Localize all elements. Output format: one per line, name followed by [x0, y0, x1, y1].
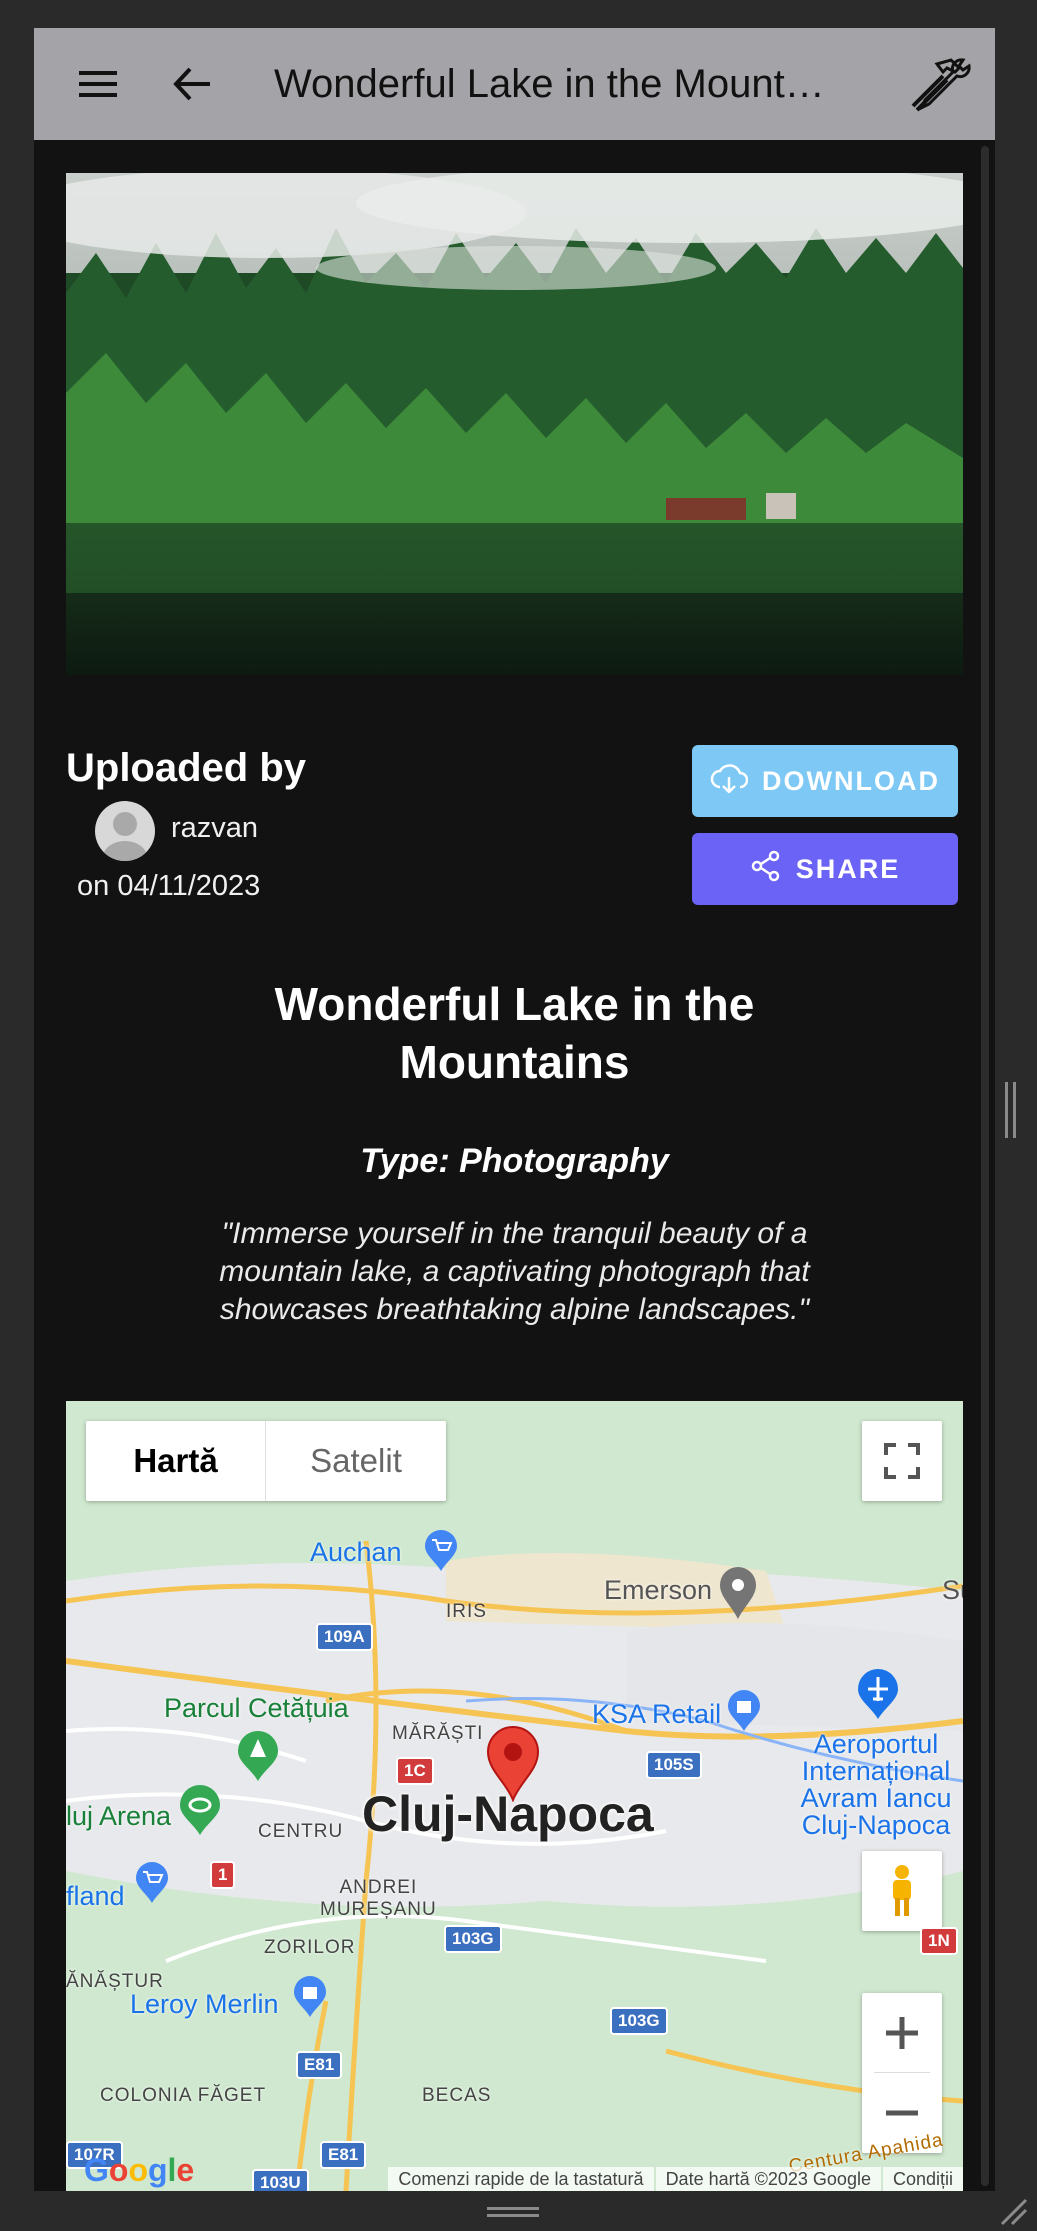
hammer-wrench-icon[interactable]: [904, 56, 976, 112]
app-bar: Wonderful Lake in the Mount…: [34, 28, 995, 140]
fullscreen-icon[interactable]: [862, 1421, 942, 1501]
map-footer: Comenzi rapide de la tastatură Date hart…: [66, 2167, 963, 2191]
map-shortcuts-link[interactable]: Comenzi rapide de la tastatură: [388, 2167, 654, 2191]
map-label-faget: COLONIA FĂGET: [100, 2085, 267, 2106]
artwork-title-text: Wonderful Lake in the Mountains: [274, 978, 755, 1088]
uploaded-by-heading: Uploaded by: [66, 746, 307, 790]
map-label-emerson: Emerson: [604, 1575, 713, 1605]
zoom-in-icon[interactable]: [862, 1993, 942, 2073]
map-label-iris: IRIS: [446, 1601, 487, 1622]
bottom-resize-handle[interactable]: [487, 2205, 539, 2217]
menu-icon[interactable]: [71, 56, 127, 112]
share-icon: [750, 850, 782, 889]
road-shield-1n: 1N: [920, 1927, 958, 1955]
download-label: DOWNLOAD: [762, 765, 940, 796]
download-button[interactable]: DOWNLOAD: [692, 745, 958, 817]
map-label-parc: Parcul Cetățuia: [164, 1693, 349, 1723]
road-shield-e81-2: E81: [320, 2141, 367, 2169]
map-label-andrei: ANDREI MUREȘANU: [320, 1877, 437, 1920]
zoom-divider: [874, 2072, 930, 2073]
artwork-description: "Immerse yourself in the tranquil beauty…: [219, 1217, 810, 1326]
map-label-arena: luj Arena: [66, 1801, 172, 1831]
app-frame: Wonderful Lake in the Mount… Uploaded by…: [34, 28, 995, 2191]
shopping-cart-icon-2[interactable]: [134, 1861, 170, 1910]
map-marker-gray-icon[interactable]: [718, 1565, 758, 1626]
shopping-cart-icon[interactable]: [423, 1529, 459, 1578]
map-city-label: Cluj-Napoca: [362, 1786, 654, 1842]
map-label-centru: CENTRU: [258, 1821, 344, 1842]
map-label-leroy: Leroy Merlin: [130, 1989, 279, 2019]
road-shield-105s: 105S: [646, 1751, 702, 1779]
corner-resize-handle[interactable]: [998, 2196, 1028, 2226]
map-label-becas: BECAS: [422, 2085, 492, 2106]
road-shield-103g: 103G: [444, 1925, 502, 1953]
google-logo[interactable]: Google: [84, 2152, 194, 2189]
cloud-download-icon: [710, 763, 749, 800]
zoom-controls: [862, 1993, 942, 2153]
map-type-switch: Hartă Satelit: [86, 1421, 446, 1501]
avatar[interactable]: [95, 801, 155, 861]
map-type-map[interactable]: Hartă: [86, 1421, 266, 1501]
map-label-manastur: ĂNĂȘTUR: [66, 1971, 164, 1992]
street-view-pegman-icon[interactable]: [862, 1851, 942, 1931]
airport-icon[interactable]: [856, 1669, 900, 1726]
map-label-zorilor: ZORILOR: [264, 1937, 356, 1958]
shopping-bag-icon[interactable]: [726, 1689, 762, 1738]
uploader-name[interactable]: razvan: [171, 812, 258, 845]
page-title: Wonderful Lake in the Mount…: [274, 62, 825, 106]
arrow-left-icon[interactable]: [164, 56, 220, 112]
map-data-credit: Date hartă ©2023 Google: [655, 2167, 881, 2191]
artwork-title: Wonderful Lake in the Mountains: [34, 975, 995, 1091]
hero-image: [66, 173, 963, 675]
side-resize-handle[interactable]: [1004, 1082, 1018, 1138]
upload-date: on 04/11/2023: [77, 870, 261, 902]
artwork-type: Type: Photography: [360, 1142, 669, 1180]
park-tree-icon[interactable]: [236, 1731, 280, 1788]
map-type-satellite[interactable]: Satelit: [266, 1421, 446, 1501]
stadium-icon[interactable]: [178, 1785, 222, 1842]
map-label-ksa: KSA Retail: [592, 1699, 722, 1729]
map-label-airport: Aeroportul Internațional Avram Iancu Clu…: [800, 1729, 952, 1840]
map-label-auchan: Auchan: [310, 1537, 402, 1567]
map-label-su: Su: [942, 1575, 963, 1605]
road-shield-109a: 109A: [316, 1623, 373, 1651]
road-shield-103g-2: 103G: [610, 2007, 668, 2035]
share-label: SHARE: [795, 853, 901, 884]
location-map[interactable]: Hartă Satelit Cluj-Napoca Auchan Emerson…: [66, 1401, 963, 2191]
road-shield-1: 1: [210, 1861, 236, 1889]
road-shield-1c: 1C: [396, 1757, 434, 1785]
share-button[interactable]: SHARE: [692, 833, 958, 905]
map-label-fland: fland: [66, 1881, 125, 1911]
road-shield-e81: E81: [296, 2051, 343, 2079]
map-terms-link[interactable]: Condiții: [882, 2167, 963, 2191]
shopping-bag-icon-2[interactable]: [292, 1975, 328, 2024]
map-label-marasti: MĂRĂȘTI: [392, 1723, 484, 1744]
